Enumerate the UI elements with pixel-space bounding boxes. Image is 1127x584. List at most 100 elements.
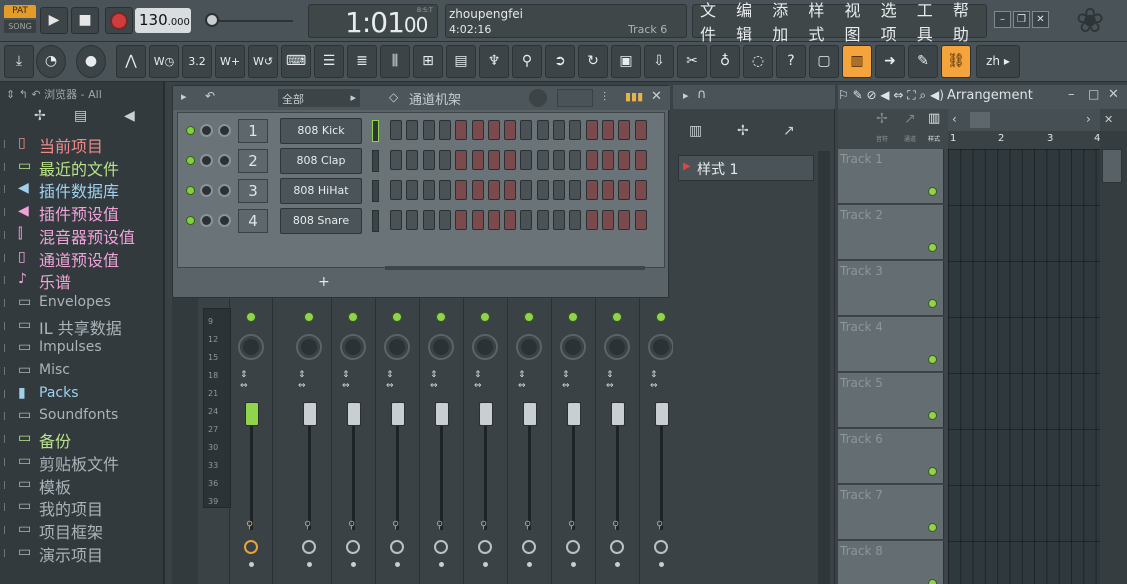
step-button[interactable] [455,180,468,200]
step-size-display[interactable] [557,89,593,107]
browser-item[interactable]: ▭ Impulses [0,336,165,359]
step-view-icon[interactable]: ▮▮▮ [625,90,643,103]
insert-pan-knob[interactable] [648,334,674,360]
browser-item[interactable]: ▮ Packs [0,382,165,405]
step-button[interactable] [536,120,549,140]
track-header[interactable]: Track 7 [838,485,944,540]
browser-item[interactable]: ▯ 当前项目 [0,132,165,156]
step-button[interactable] [601,120,614,140]
step-button[interactable] [390,180,402,200]
browser-item[interactable]: ▭ 剪贴板文件 [0,450,165,474]
playlist-vertical-scroll[interactable] [1100,131,1127,584]
input-route-icon[interactable]: ⚲ [656,520,663,531]
step-button[interactable] [569,120,582,140]
minimize-button[interactable]: – [994,11,1011,28]
step-button[interactable] [455,150,468,170]
output-route-icon[interactable] [302,540,316,554]
step-button[interactable] [634,210,647,230]
insert-pan-knob[interactable] [384,334,410,360]
channel-mixer-track[interactable]: 3 [238,179,268,203]
step-button[interactable] [471,180,484,200]
step-button[interactable] [390,150,402,170]
step-button[interactable] [504,120,517,140]
step-button[interactable] [601,180,614,200]
channel-mute-led[interactable] [186,126,195,135]
channel-volume-knob[interactable] [218,124,231,137]
insert-pan-knob[interactable] [428,334,454,360]
microphone-icon[interactable]: ♁ [710,45,740,78]
input-route-icon[interactable]: ⚲ [524,520,531,531]
scroll-thumb[interactable] [970,112,990,128]
insert-enable-led[interactable] [612,312,622,322]
pat-label[interactable]: PAT [4,5,36,18]
browser-item[interactable]: ▭ IL 共享数据 [0,314,165,338]
master-pitch-slider[interactable] [203,10,295,32]
browser-item[interactable]: ▯ 通道预设值 [0,246,165,270]
step-button[interactable] [406,150,419,170]
step-button[interactable] [438,150,451,170]
stereo-separation-icon[interactable]: ⇕ ⇔ [474,370,482,392]
browser-item[interactable]: ▭ 模板 [0,473,165,497]
scroll-left-icon[interactable]: ‹ [952,112,957,126]
insert-enable-led[interactable] [568,312,578,322]
channel-select-indicator[interactable] [372,180,379,202]
step-button[interactable] [438,210,451,230]
insert-pan-knob[interactable] [516,334,542,360]
step-button[interactable] [471,150,484,170]
track-mute-led[interactable] [928,523,937,532]
loop-record-icon[interactable]: W↺ [248,45,278,78]
slider-knob[interactable] [205,13,219,27]
pointer-icon[interactable]: ➲ [545,45,575,78]
channel-volume-knob[interactable] [218,184,231,197]
piano-roll-icon[interactable]: ≣ [347,45,377,78]
step-button[interactable] [569,180,582,200]
stereo-separation-icon[interactable]: ⇕ ⇔ [240,370,248,392]
master-volume-knob-icon[interactable]: ● [76,45,106,78]
step-button[interactable] [634,150,647,170]
step-button[interactable] [471,210,484,230]
step-button[interactable] [618,120,631,140]
step-button[interactable] [422,180,435,200]
stereo-separation-icon[interactable]: ⇕ ⇔ [342,370,350,392]
arrow-right-icon[interactable]: ➜ [875,45,905,78]
input-route-icon[interactable]: ⚲ [568,520,575,531]
step-button[interactable] [553,210,565,230]
track-mute-led[interactable] [928,355,937,364]
piano-keys-icon[interactable]: ▥ [842,45,872,78]
playlist-icon[interactable]: ☰ [314,45,344,78]
insert-enable-led[interactable] [348,312,358,322]
channel-mixer-track[interactable]: 4 [238,209,268,233]
step-button[interactable] [471,120,484,140]
channel-rack-icon[interactable]: ⊞ [413,45,443,78]
download-icon[interactable]: ⤓ [4,45,34,78]
song-position-display[interactable]: 1:0100 B:S:T [308,4,438,39]
step-button[interactable] [618,150,631,170]
vscroll-menu-icon[interactable]: ✕ [1104,113,1113,126]
channel-mute-led[interactable] [186,216,195,225]
channel-pan-knob[interactable] [200,214,213,227]
playlist-maximize-icon[interactable]: □ [1088,87,1099,101]
menu-options[interactable]: 选项 [878,0,914,45]
step-button[interactable] [438,120,451,140]
output-route-icon[interactable] [346,540,360,554]
insert-pan-knob[interactable] [238,334,264,360]
input-route-icon[interactable]: ⚲ [348,520,355,531]
track-mute-led[interactable] [928,467,937,476]
channel-select-indicator[interactable] [372,210,379,232]
step-button[interactable] [585,150,598,170]
vscroll-thumb[interactable] [1102,149,1122,183]
rack-swing-icon[interactable]: ◇ [389,90,398,104]
cut-icon[interactable]: ✂ [677,45,707,78]
play-button[interactable]: ▶ [40,7,68,34]
track-header[interactable]: Track 3 [838,261,944,316]
headphones-icon[interactable]: ∩ [697,87,707,102]
output-route-icon[interactable] [566,540,580,554]
close-button[interactable]: ✕ [1032,11,1049,28]
volume-fader[interactable] [435,402,449,426]
chat-icon[interactable]: ◌ [743,45,773,78]
step-button[interactable] [634,120,647,140]
insert-enable-led[interactable] [656,312,666,322]
channel-mute-led[interactable] [186,186,195,195]
audio-tab-icon[interactable]: ✢ [737,123,749,139]
restore-button[interactable]: ❐ [1013,11,1030,28]
